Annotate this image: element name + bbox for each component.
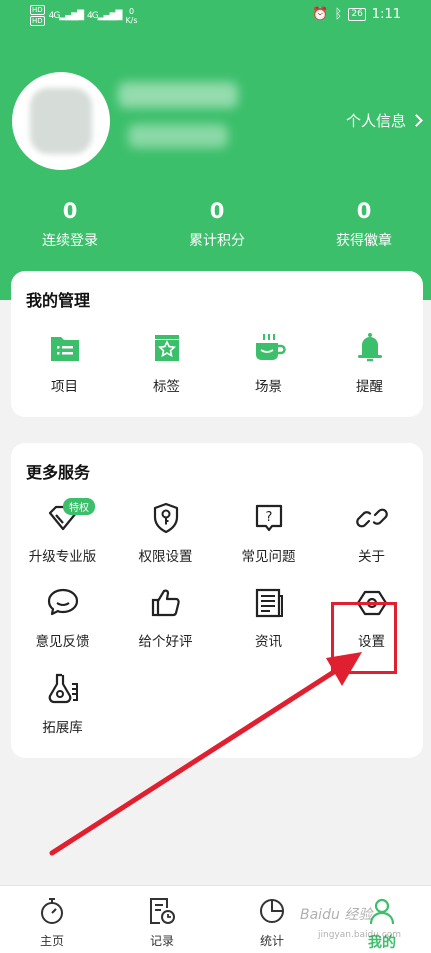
link-icon	[355, 501, 389, 535]
services-title: 更多服务	[26, 463, 91, 482]
management-item-tags[interactable]: 标签	[115, 331, 218, 395]
service-item-label: 权限设置	[138, 549, 193, 565]
coffee-cup-icon	[252, 331, 286, 365]
service-item-label: 给个好评	[138, 634, 193, 650]
battery-icon: 26	[348, 8, 366, 21]
folder-icon	[48, 331, 82, 365]
service-item-permissions[interactable]: 权限设置	[114, 501, 217, 565]
management-item-label: 提醒	[356, 379, 383, 395]
service-item-label: 资讯	[255, 634, 282, 650]
record-clock-icon	[147, 896, 177, 926]
tab-label: 主页	[39, 934, 64, 948]
network-speed: 0 K/s	[125, 6, 138, 25]
profile-info-link[interactable]: 个人信息	[345, 110, 423, 131]
shield-key-icon	[149, 501, 183, 535]
tab-statistics[interactable]: 统计	[242, 896, 302, 949]
bookmark-star-icon	[150, 331, 184, 365]
stat-consecutive-login[interactable]: 0 连续登录	[15, 198, 125, 250]
hd-indicator-1: HD	[30, 5, 45, 15]
stat-value: 0	[209, 199, 225, 223]
management-item-label: 标签	[153, 379, 180, 395]
stat-total-points[interactable]: 0 累计积分	[162, 198, 272, 250]
management-item-label: 项目	[51, 379, 78, 395]
bell-icon	[353, 331, 387, 365]
question-bubble-icon: ?	[252, 501, 286, 535]
management-item-project[interactable]: 项目	[13, 331, 116, 395]
service-item-extensions[interactable]: 拓展库	[11, 672, 114, 736]
signal-icon-1: 4G▂▄▆█	[48, 10, 84, 21]
service-item-label: 意见反馈	[35, 634, 90, 650]
hd-indicator-2: HD	[30, 16, 45, 26]
stat-value: 0	[62, 199, 78, 223]
service-item-label: 拓展库	[42, 720, 83, 736]
management-title: 我的管理	[26, 291, 91, 310]
tab-records[interactable]: 记录	[132, 896, 192, 949]
management-item-label: 场景	[255, 379, 282, 395]
management-item-reminders[interactable]: 提醒	[318, 331, 421, 395]
stat-badges[interactable]: 0 获得徽章	[309, 198, 419, 250]
stopwatch-icon	[37, 896, 67, 926]
service-item-label: 常见问题	[241, 549, 296, 565]
profile-info-label: 个人信息	[345, 112, 406, 130]
stat-label: 获得徽章	[336, 233, 392, 249]
alarm-icon: ⏰	[312, 7, 329, 22]
blurred-user-id	[128, 124, 228, 148]
svg-text:?: ?	[265, 510, 272, 525]
flask-icon	[46, 672, 80, 706]
management-card: 我的管理 项目 标签 场景 提醒	[11, 271, 423, 417]
service-item-label: 关于	[358, 549, 385, 565]
avatar[interactable]	[12, 72, 110, 170]
privilege-badge: 特权	[63, 498, 95, 515]
signal-icon-2: 4G▂▄▆█	[87, 10, 122, 21]
service-item-upgrade-pro[interactable]: 特权 升级专业版	[11, 498, 114, 565]
services-card: 更多服务 特权 升级专业版 权限设置 ? 常见问题 关于 意见反馈 给个好评 资…	[11, 443, 423, 758]
clock-time: 1:11	[371, 7, 401, 22]
service-item-faq[interactable]: ? 常见问题	[217, 501, 320, 565]
stat-value: 0	[356, 199, 372, 223]
service-item-label: 升级专业版	[28, 549, 97, 565]
tab-label: 记录	[149, 934, 174, 948]
news-icon	[252, 586, 286, 620]
pie-chart-icon	[257, 896, 287, 926]
baidu-watermark: Baidu 经验	[300, 907, 373, 923]
stat-label: 连续登录	[42, 233, 98, 249]
chevron-right-icon	[410, 114, 423, 127]
profile-header: HD HD 4G▂▄▆█ 4G▂▄▆█ 0 K/s ⏰ ᛒ 26 1:11 个人…	[0, 0, 431, 300]
tab-home[interactable]: 主页	[22, 896, 82, 949]
stat-label: 累计积分	[189, 233, 245, 249]
status-bar: HD HD 4G▂▄▆█ 4G▂▄▆█ 0 K/s ⏰ ᛒ 26 1:11	[0, 0, 431, 30]
tab-label: 统计	[259, 934, 284, 948]
thumbs-up-icon	[149, 586, 183, 620]
chat-bubble-icon	[46, 586, 80, 620]
service-item-about[interactable]: 关于	[320, 501, 423, 565]
service-item-news[interactable]: 资讯	[217, 586, 320, 650]
blurred-username	[118, 82, 238, 108]
bluetooth-icon: ᛒ	[334, 7, 343, 22]
management-item-scenes[interactable]: 场景	[217, 331, 320, 395]
baidu-watermark-url: jingyan.baidu.com	[318, 930, 402, 940]
service-item-rate-us[interactable]: 给个好评	[114, 586, 217, 650]
service-item-feedback[interactable]: 意见反馈	[11, 586, 114, 650]
annotation-highlight-box	[331, 602, 397, 674]
